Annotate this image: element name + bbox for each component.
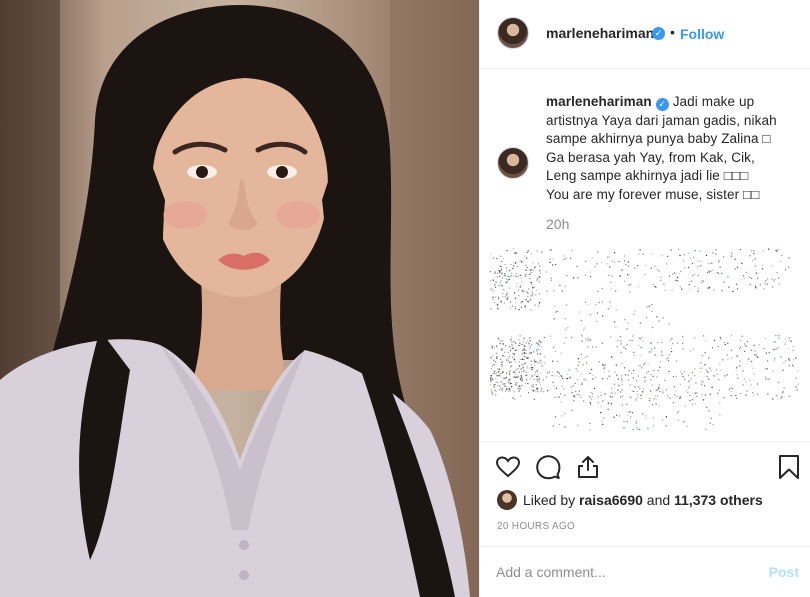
heart-icon[interactable] [495, 454, 521, 480]
caption-text: sampe akhirnya punya baby Zalina □ [546, 131, 771, 147]
post-comment-button[interactable]: Post [769, 564, 799, 580]
caption-text: Jadi make up [672, 94, 755, 109]
post-photo[interactable] [0, 0, 479, 597]
likes-others-link[interactable]: 11,373 others [674, 492, 763, 508]
caption-text: You are my forever muse, sister □□ [546, 186, 760, 202]
post-caption: marlenehariman ✓ Jadi make up artistnya Ya… [546, 93, 796, 205]
caption-line-first: marlenehariman ✓ Jadi make up [546, 93, 796, 112]
post-timestamp[interactable]: 20 HOURS AGO [497, 521, 575, 532]
verified-badge-icon: ✓ [655, 98, 669, 111]
post-header: marlenehariman ✓ • Follow [480, 0, 810, 69]
portrait-image [0, 0, 479, 597]
obscured-comments [490, 248, 800, 431]
verified-badge-icon: ✓ [652, 27, 665, 40]
liker-username[interactable]: raisa6690 [579, 492, 643, 508]
follow-button[interactable]: Follow [680, 26, 724, 42]
caption-text: artistnya Yaya dari jaman gadis, nikah [546, 112, 777, 128]
bookmark-icon[interactable] [776, 454, 802, 480]
caption-author-avatar[interactable] [497, 147, 529, 179]
comment-bubble-icon[interactable] [535, 454, 561, 480]
action-bar: Liked by raisa6690 and 11,373 others 20 … [480, 441, 810, 597]
caption-text: Ga berasa yah Yay, from Kak, Cik, [546, 149, 755, 165]
caption-text: Leng sampe akhirnya jadi lie □□□ [546, 168, 749, 184]
caption-username[interactable]: marlenehariman [546, 94, 652, 109]
author-username[interactable]: marlenehariman [546, 25, 654, 41]
separator-dot: • [670, 24, 675, 40]
likes-summary: Liked by raisa6690 and 11,373 others [523, 492, 763, 508]
caption-relative-time: 20h [546, 216, 570, 232]
liker-avatar[interactable] [497, 490, 517, 510]
likes-connector: and [646, 492, 671, 508]
likes-prefix: Liked by [523, 492, 576, 508]
share-icon[interactable] [575, 454, 601, 480]
comment-bar: Post [480, 546, 810, 597]
post-sidebar: marlenehariman ✓ • Follow marlenehariman… [479, 0, 810, 597]
comment-input[interactable] [496, 561, 746, 583]
author-avatar[interactable] [497, 17, 529, 49]
